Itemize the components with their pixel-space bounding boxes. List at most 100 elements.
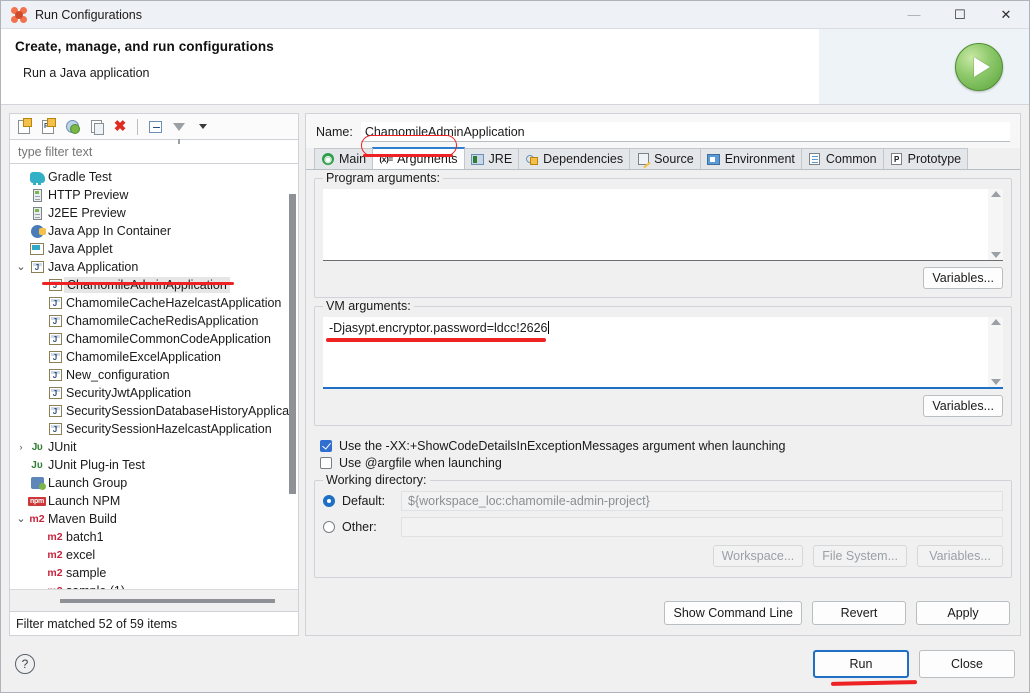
tree-item-sample-1[interactable]: m2sample (1): [10, 582, 298, 589]
tree-item-securitysessionhazelcastapplication[interactable]: J SecuritySessionHazelcastApplication: [10, 420, 298, 438]
vm-arguments-textarea[interactable]: -Djasypt.encryptor.password=ldcc!2626: [323, 317, 1003, 389]
tab-prototype[interactable]: P Prototype: [882, 148, 969, 169]
working-directory-default-row[interactable]: Default: ${workspace_loc:chamomile-admin…: [323, 491, 1003, 511]
tree-item-java-applet[interactable]: Java Applet: [10, 240, 298, 258]
other-radio-row[interactable]: Other:: [323, 520, 393, 534]
minimize-button[interactable]: —: [891, 1, 937, 29]
tab-environment[interactable]: Environment: [699, 148, 802, 169]
default-radio[interactable]: [323, 495, 335, 507]
filter-input[interactable]: [16, 143, 292, 160]
program-arguments-scrollbar[interactable]: [988, 189, 1003, 260]
java-icon: J: [46, 315, 64, 327]
tab-source[interactable]: Source: [629, 148, 701, 169]
tree-item-junit[interactable]: › Jᴜ JUnit: [10, 438, 298, 456]
tree-item-launch-npm[interactable]: npm Launch NPM: [10, 492, 298, 510]
configuration-tabs[interactable]: ◉ Main (x)= Arguments JRE Dependencies Source E…: [306, 147, 1020, 170]
argfile-checkbox[interactable]: [320, 457, 332, 469]
working-directory-other-row[interactable]: Other:: [323, 517, 1003, 537]
duplicate-icon[interactable]: [86, 117, 106, 137]
tree-item-chamomileexcelapplication[interactable]: J ChamomileExcelApplication: [10, 348, 298, 366]
maximize-button[interactable]: ☐: [937, 1, 983, 29]
tab-label: Arguments: [397, 152, 458, 166]
view-menu-icon[interactable]: [193, 117, 213, 137]
help-icon[interactable]: ?: [15, 654, 35, 674]
filter-input-wrapper[interactable]: [9, 139, 299, 163]
prototype-icon: P: [890, 152, 904, 166]
tree-horizontal-scrollbar[interactable]: [60, 598, 275, 603]
export-icon[interactable]: [62, 117, 82, 137]
tree-item-new-configuration[interactable]: J New_configuration: [10, 366, 298, 384]
filter-icon[interactable]: [169, 117, 189, 144]
tab-main[interactable]: ◉ Main: [314, 148, 374, 169]
tree-item-chamomilecacheredisapplication[interactable]: J ChamomileCacheRedisApplication: [10, 312, 298, 330]
tree-item-java-app-in-container[interactable]: Java App In Container: [10, 222, 298, 240]
apply-button[interactable]: Apply: [916, 601, 1010, 625]
vm-arguments-scrollbar[interactable]: [988, 317, 1003, 387]
tree-item-securityjwtapplication[interactable]: J SecurityJwtApplication: [10, 384, 298, 402]
tab-common[interactable]: Common: [800, 148, 884, 169]
tree-item-sample[interactable]: m2 sample: [10, 564, 298, 582]
chevron-down-icon[interactable]: ⌄: [14, 262, 28, 273]
run-button[interactable]: Run: [813, 650, 909, 678]
argfile-checkbox-row[interactable]: Use @argfile when launching: [320, 456, 1012, 470]
other-directory-field[interactable]: [401, 517, 1003, 537]
scroll-up-icon[interactable]: [990, 191, 1001, 197]
other-radio[interactable]: [323, 521, 335, 533]
tree-item-chamomilecommoncodeapplication[interactable]: J ChamomileCommonCodeApplication: [10, 330, 298, 348]
scroll-up-icon[interactable]: [990, 319, 1001, 325]
tree-item-gradle-test[interactable]: Gradle Test: [10, 168, 298, 186]
vm-arguments-group: VM arguments: -Djasypt.encryptor.passwor…: [314, 299, 1012, 426]
title-bar: Run Configurations — ☐ ✕: [1, 1, 1029, 29]
filter-status-text: Filter matched 52 of 59 items: [9, 612, 299, 636]
program-arguments-textarea[interactable]: [323, 189, 1003, 261]
tree-item-chamomileadminapplication[interactable]: J ChamomileAdminApplication: [10, 276, 298, 294]
program-arguments-value[interactable]: [323, 189, 988, 260]
new-configuration-icon[interactable]: [14, 117, 34, 137]
tab-arguments[interactable]: (x)= Arguments: [372, 147, 465, 169]
tab-dependencies[interactable]: Dependencies: [518, 148, 631, 169]
show-command-line-button[interactable]: Show Command Line: [664, 601, 802, 625]
tree-item-chamomilecachehazelcastapplication[interactable]: J ChamomileCacheHazelcastApplication: [10, 294, 298, 312]
tree-item-label: batch1: [66, 530, 104, 544]
vm-variables-button[interactable]: Variables...: [923, 395, 1003, 417]
delete-icon[interactable]: ✖: [110, 117, 130, 137]
tree-vertical-scrollbar[interactable]: [289, 194, 296, 494]
maven-icon: m2: [47, 567, 63, 579]
new-prototype-icon[interactable]: P: [38, 117, 58, 137]
scroll-down-icon[interactable]: [990, 252, 1001, 258]
revert-button[interactable]: Revert: [812, 601, 906, 625]
file-system-button[interactable]: File System...: [813, 545, 907, 567]
default-radio-row[interactable]: Default:: [323, 494, 393, 508]
tree-item-label: Maven Build: [48, 512, 117, 526]
tree-item-maven-build[interactable]: ⌄ m2 Maven Build: [10, 510, 298, 528]
tree-item-securitysessiondatabasehistoryapplica[interactable]: J SecuritySessionDatabaseHistoryApplica: [10, 402, 298, 420]
close-button-footer[interactable]: Close: [919, 650, 1015, 678]
program-arguments-button-row: Variables...: [323, 267, 1003, 289]
tree-item-batch1[interactable]: m2 batch1: [10, 528, 298, 546]
tree-item-junit-plug-in-test[interactable]: Jᴜ JUnit Plug-in Test: [10, 456, 298, 474]
program-variables-button[interactable]: Variables...: [923, 267, 1003, 289]
chevron-down-icon[interactable]: ⌄: [14, 514, 28, 525]
workspace-button[interactable]: Workspace...: [712, 545, 804, 567]
tree-item-java-application[interactable]: ⌄ J Java Application: [10, 258, 298, 276]
scroll-down-icon[interactable]: [990, 379, 1001, 385]
working-variables-button[interactable]: Variables...: [917, 545, 1003, 567]
maven-icon: m2: [29, 513, 45, 525]
chevron-right-icon[interactable]: ›: [14, 442, 28, 452]
tab-label: Common: [825, 152, 877, 166]
tree-item-j2ee-preview[interactable]: J2EE Preview: [10, 204, 298, 222]
tab-jre[interactable]: JRE: [463, 148, 520, 169]
vm-arguments-value-wrapper[interactable]: -Djasypt.encryptor.password=ldcc!2626: [323, 317, 988, 387]
show-code-details-checkbox-row[interactable]: Use the -XX:+ShowCodeDetailsInExceptionM…: [320, 439, 1012, 453]
name-label: Name:: [316, 125, 353, 139]
show-code-details-checkbox[interactable]: [320, 440, 332, 452]
close-button[interactable]: ✕: [983, 1, 1029, 29]
tree-item-label: SecuritySessionHazelcastApplication: [66, 422, 272, 436]
configuration-name-input[interactable]: [360, 122, 1010, 142]
configurations-tree[interactable]: Gradle Test HTTP Preview J2EE Preview Java …: [10, 164, 298, 589]
collapse-all-icon[interactable]: [145, 117, 165, 137]
tree-item-excel[interactable]: m2 excel: [10, 546, 298, 564]
java-icon: J: [46, 333, 64, 345]
tree-item-http-preview[interactable]: HTTP Preview: [10, 186, 298, 204]
tree-item-launch-group[interactable]: Launch Group: [10, 474, 298, 492]
